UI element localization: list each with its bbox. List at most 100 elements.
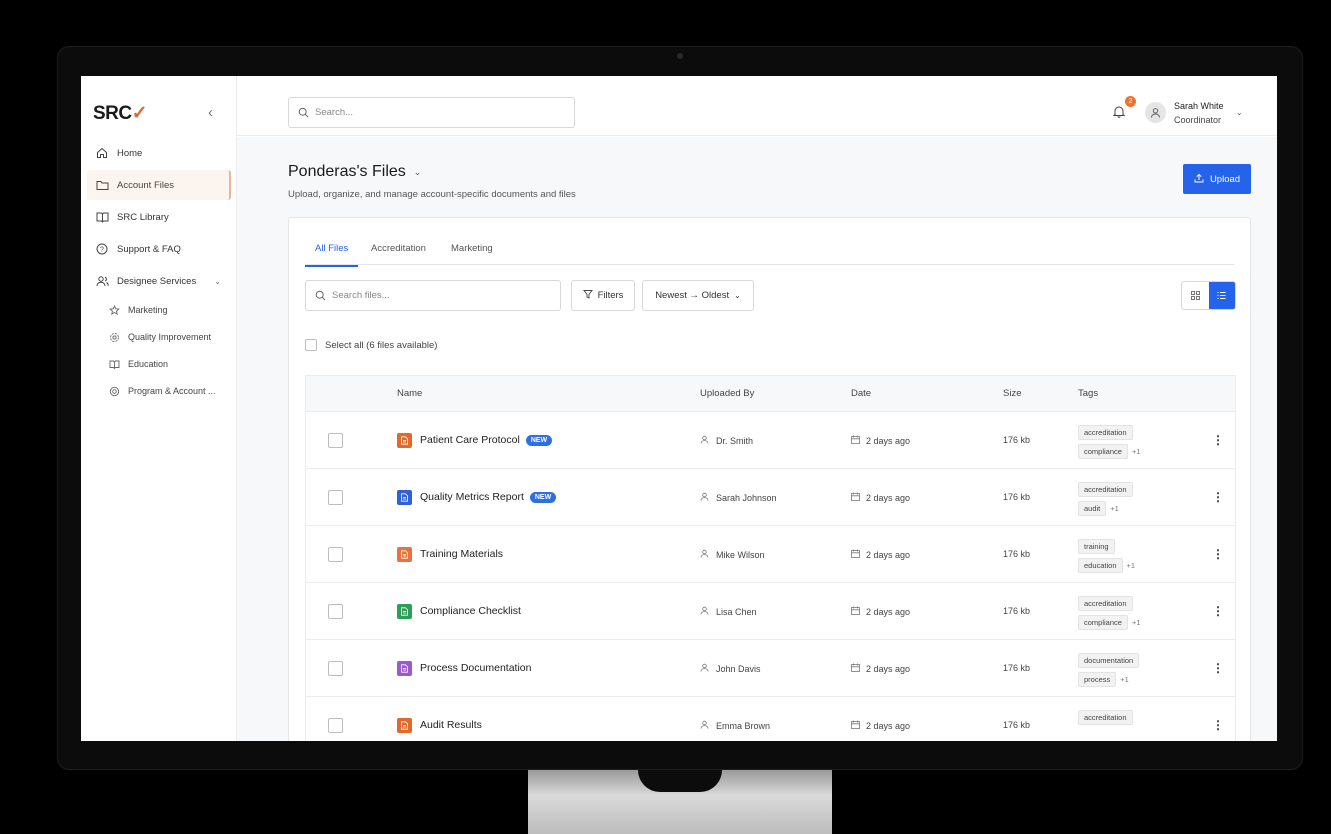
sort-dropdown[interactable]: Newest → Oldest ⌄ <box>642 280 754 311</box>
tab-all-files[interactable]: All Files <box>305 243 359 267</box>
user-icon <box>700 435 709 446</box>
sidebar-item-account-files[interactable]: Account Files <box>87 170 231 200</box>
sidebar-subitem-marketing[interactable]: Marketing <box>109 299 231 321</box>
uploaded-by: Mike Wilson <box>700 549 765 560</box>
file-date: 2 days ago <box>851 492 910 503</box>
sidebar-subitem-label: Quality Improvement <box>128 332 212 342</box>
folder-icon <box>95 178 109 192</box>
sidebar-item-src-library[interactable]: SRC Library <box>87 202 231 232</box>
avatar[interactable] <box>1145 102 1166 123</box>
file-size: 176 kb <box>1003 549 1031 559</box>
sidebar-subitem-program-account[interactable]: Program & Account ... <box>109 380 231 402</box>
file-name[interactable]: Compliance Checklist <box>420 605 521 617</box>
tab-accreditation[interactable]: Accreditation <box>371 243 426 265</box>
file-name[interactable]: Training Materials <box>420 548 503 560</box>
more-tags-count[interactable]: +1 <box>1132 618 1141 627</box>
more-options-icon[interactable]: ⋮ <box>1212 661 1224 675</box>
column-header-name[interactable]: Name <box>397 388 422 399</box>
global-search[interactable] <box>288 97 575 128</box>
user-icon <box>700 492 709 503</box>
upload-button[interactable]: Upload <box>1183 164 1251 194</box>
page-title[interactable]: Ponderas's Files ⌄ <box>288 163 421 181</box>
select-all-checkbox[interactable] <box>305 339 317 351</box>
column-header-date[interactable]: Date <box>851 388 871 399</box>
more-options-icon[interactable]: ⋮ <box>1212 433 1224 447</box>
file-name[interactable]: Quality Metrics Report NEW <box>420 491 557 503</box>
logo[interactable]: SRC✓ <box>93 102 148 125</box>
user-role: Coordinator <box>1174 115 1222 125</box>
date-text: 2 days ago <box>866 549 911 560</box>
column-header-tags[interactable]: Tags <box>1078 388 1098 399</box>
more-options-icon[interactable]: ⋮ <box>1212 604 1224 618</box>
more-tags-count[interactable]: +1 <box>1127 561 1136 570</box>
table-row[interactable]: Quality Metrics Report NEW Sarah Johnson 2 … <box>306 469 1235 526</box>
table-header: Name Uploaded By Date Size Tags <box>306 376 1235 412</box>
sidebar-item-home[interactable]: Home <box>87 138 231 168</box>
tag-list: accreditation audit +1 <box>1078 480 1133 518</box>
user-name[interactable]: Sarah White <box>1174 101 1224 111</box>
grid-view-icon[interactable] <box>1182 282 1209 309</box>
sidebar-item-support-faq[interactable]: ? Support & FAQ <box>87 234 231 264</box>
more-options-icon[interactable]: ⋮ <box>1212 547 1224 561</box>
more-options-icon[interactable]: ⋮ <box>1212 490 1224 504</box>
row-checkbox[interactable] <box>328 490 343 505</box>
file-size: 176 kb <box>1003 663 1031 673</box>
sidebar-item-designee-services[interactable]: Designee Services ⌄ <box>87 266 231 296</box>
file-name-text: Compliance Checklist <box>420 605 521 617</box>
tag-chip: accreditation <box>1078 596 1133 611</box>
collapse-sidebar-icon[interactable]: ‹ <box>208 104 213 121</box>
top-bar: 2 Sarah White Coordinator ⌄ <box>237 76 1277 136</box>
table-row[interactable]: Process Documentation John Davis 2 days ag… <box>306 640 1235 697</box>
table-row[interactable]: Patient Care Protocol NEW Dr. Smith 2 days … <box>306 412 1235 469</box>
calendar-icon <box>851 663 860 674</box>
user-icon <box>700 549 709 560</box>
row-checkbox[interactable] <box>328 661 343 676</box>
tag-row: compliance +1 <box>1078 613 1141 632</box>
file-name[interactable]: Patient Care Protocol NEW <box>420 434 553 446</box>
tag-chip: education <box>1078 558 1123 573</box>
file-date: 2 days ago <box>851 549 910 560</box>
tab-marketing[interactable]: Marketing <box>451 243 493 265</box>
chevron-down-icon: ⌄ <box>214 276 221 286</box>
bell-icon[interactable] <box>1112 105 1126 123</box>
sidebar-subitem-label: Education <box>128 359 169 369</box>
more-tags-count[interactable]: +1 <box>1132 447 1141 456</box>
calendar-icon <box>851 492 860 503</box>
row-checkbox[interactable] <box>328 718 343 733</box>
select-all[interactable]: Select all (6 files available) <box>305 339 437 351</box>
upload-icon <box>1194 173 1204 186</box>
row-checkbox[interactable] <box>328 547 343 562</box>
more-tags-count[interactable]: +1 <box>1120 675 1129 684</box>
uploaded-by: Lisa Chen <box>700 606 757 617</box>
column-header-size[interactable]: Size <box>1003 388 1021 399</box>
more-tags-count[interactable]: +1 <box>1110 504 1119 513</box>
sidebar-subitem-education[interactable]: Education <box>109 353 231 375</box>
table-row[interactable]: Compliance Checklist Lisa Chen 2 days ago 1… <box>306 583 1235 640</box>
files-card: All Files Accreditation Marketing Filter… <box>288 217 1251 741</box>
file-search[interactable] <box>305 280 561 311</box>
row-checkbox[interactable] <box>328 604 343 619</box>
file-name[interactable]: Audit Results <box>420 719 482 731</box>
file-search-input[interactable] <box>332 290 560 301</box>
sidebar: SRC✓ ‹ Home Account Files SRC Library ? … <box>81 76 237 741</box>
file-name-text: Process Documentation <box>420 662 532 674</box>
sidebar-subitem-quality-improvement[interactable]: Quality Improvement <box>109 326 231 348</box>
row-checkbox[interactable] <box>328 433 343 448</box>
column-header-uploaded-by[interactable]: Uploaded By <box>700 388 754 399</box>
search-input[interactable] <box>315 107 555 118</box>
chevron-down-icon[interactable]: ⌄ <box>1236 108 1243 117</box>
table-row[interactable]: Training Materials Mike Wilson 2 days ago 1… <box>306 526 1235 583</box>
file-name[interactable]: Process Documentation <box>420 662 531 674</box>
tag-row: process +1 <box>1078 670 1139 689</box>
date-text: 2 days ago <box>866 606 911 617</box>
book-icon <box>95 210 109 224</box>
file-icon <box>397 547 412 562</box>
uploader-name: Sarah Johnson <box>716 492 777 503</box>
sidebar-item-label: Account Files <box>117 179 175 191</box>
page-title-text: Ponderas's Files <box>288 163 406 180</box>
filters-button[interactable]: Filters <box>571 280 635 311</box>
table-row[interactable]: Audit Results Emma Brown 2 days ago 176 kb a… <box>306 697 1235 741</box>
list-view-icon[interactable] <box>1208 282 1235 309</box>
date-text: 2 days ago <box>866 720 911 731</box>
more-options-icon[interactable]: ⋮ <box>1212 718 1224 732</box>
